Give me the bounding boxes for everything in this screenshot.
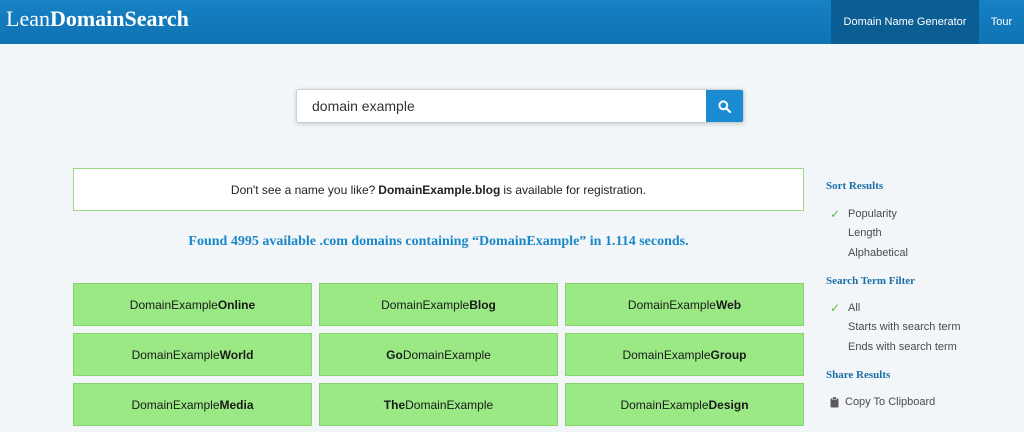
domain-part: DomainExample	[627, 297, 716, 312]
logo-bold-text: DomainSearch	[49, 6, 189, 31]
sort-option-popularity[interactable]: Popularity	[848, 208, 897, 220]
domain-keyword: Go	[386, 347, 403, 362]
top-navigation-bar: LeanDomainSearch Domain Name Generator T…	[0, 0, 1024, 44]
copy-to-clipboard-button[interactable]: Copy To Clipboard	[845, 396, 935, 408]
check-icon: ✓	[830, 207, 841, 221]
results-summary: Found 4995 available .com domains contai…	[188, 234, 689, 249]
filter-option-all[interactable]: All	[848, 302, 860, 314]
domain-results-grid: DomainExample Online DomainExample Blog Do…	[73, 283, 804, 432]
nav-domain-name-generator[interactable]: Domain Name Generator	[831, 0, 979, 44]
domain-result[interactable]: DomainExample Design	[565, 383, 804, 426]
domain-keyword: Media	[219, 397, 254, 412]
domain-keyword: Online	[217, 297, 256, 312]
sort-results-heading: Sort Results	[826, 180, 884, 192]
domain-result[interactable]: DomainExample Online	[73, 283, 312, 326]
search-term-filter-heading: Search Term Filter	[826, 275, 915, 287]
notice-suffix: is available for registration.	[503, 182, 647, 197]
domain-result[interactable]: DomainExample Web	[565, 283, 804, 326]
domain-keyword: Web	[715, 297, 742, 312]
clipboard-icon	[830, 397, 839, 408]
share-results-heading: Share Results	[826, 369, 891, 381]
domain-keyword: The	[383, 397, 406, 412]
domain-result[interactable]: DomainExample World	[73, 333, 312, 376]
domain-keyword: Group	[710, 347, 747, 362]
alternative-domain-notice: Don't see a name you like? DomainExample…	[73, 168, 804, 211]
domain-result[interactable]: The DomainExample	[319, 383, 558, 426]
domain-keyword: Blog	[469, 297, 496, 312]
domain-part: DomainExample	[381, 297, 470, 312]
domain-part: DomainExample	[402, 347, 491, 362]
search-bar	[296, 89, 744, 123]
domain-result[interactable]: Go DomainExample	[319, 333, 558, 376]
domain-part: DomainExample	[129, 297, 218, 312]
domain-part: DomainExample	[131, 347, 220, 362]
filter-option-ends-with[interactable]: Ends with search term	[848, 341, 957, 353]
logo-light-text: Lean	[6, 6, 50, 31]
filter-option-starts-with[interactable]: Starts with search term	[848, 321, 960, 333]
search-icon	[718, 99, 731, 113]
domain-keyword: Design	[708, 397, 749, 412]
sort-option-length[interactable]: Length	[848, 227, 882, 239]
sort-option-alphabetical[interactable]: Alphabetical	[848, 247, 908, 259]
domain-result[interactable]: DomainExample Group	[565, 333, 804, 376]
domain-keyword: World	[219, 347, 254, 362]
nav-tour[interactable]: Tour	[979, 0, 1024, 44]
notice-domain-link[interactable]: DomainExample.blog	[378, 183, 500, 197]
domain-part: DomainExample	[405, 397, 494, 412]
domain-part: DomainExample	[131, 397, 220, 412]
site-logo[interactable]: LeanDomainSearch	[6, 6, 189, 32]
notice-prefix: Don't see a name you like?	[230, 182, 376, 197]
domain-part: DomainExample	[620, 397, 709, 412]
search-button[interactable]	[706, 90, 743, 122]
domain-result[interactable]: DomainExample Blog	[319, 283, 558, 326]
check-icon: ✓	[830, 301, 841, 315]
domain-result[interactable]: DomainExample Media	[73, 383, 312, 426]
domain-part: DomainExample	[622, 347, 711, 362]
search-input[interactable]	[297, 90, 707, 122]
